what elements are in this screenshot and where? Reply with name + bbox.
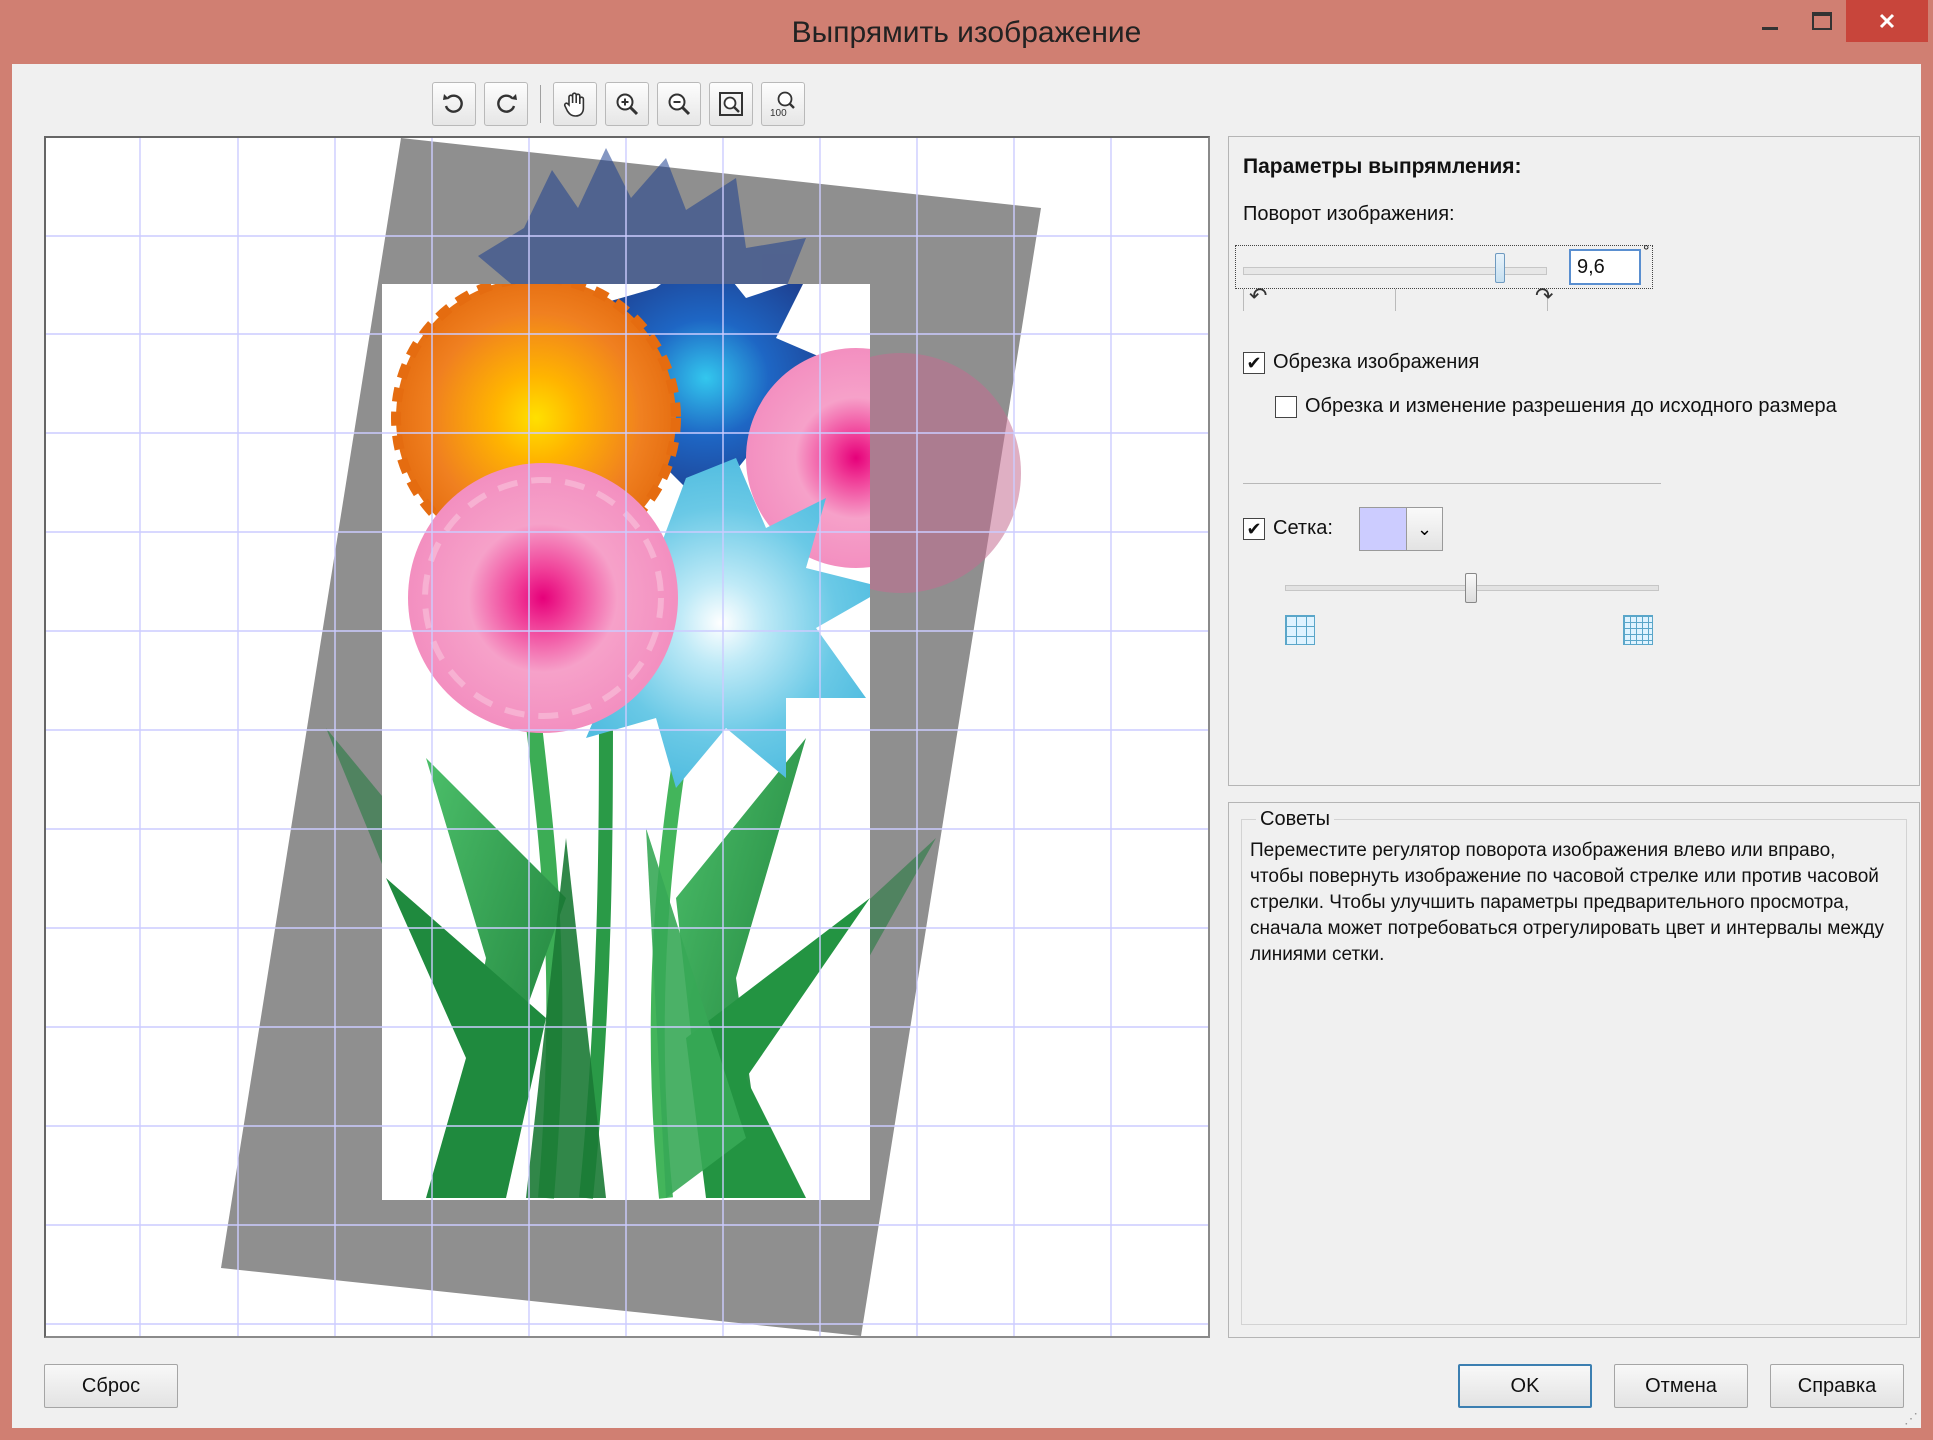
panel-divider: [1243, 483, 1661, 484]
params-title: Параметры выпрямления:: [1243, 155, 1522, 178]
zoom-100-button[interactable]: 100: [761, 82, 805, 126]
maximize-button[interactable]: [1800, 0, 1844, 42]
fit-to-window-button[interactable]: [709, 82, 753, 126]
zoom-100-text: 100: [770, 108, 787, 119]
rotation-label: Поворот изображения:: [1243, 203, 1455, 225]
cancel-button[interactable]: Отмена: [1614, 1364, 1748, 1408]
close-icon: [1879, 13, 1895, 29]
rotate-right-button[interactable]: [484, 82, 528, 126]
straighten-params-panel: Параметры выпрямления: Поворот изображен…: [1228, 136, 1920, 786]
zoom-100-icon: 100: [770, 91, 795, 119]
degree-symbol: °: [1643, 243, 1650, 260]
tips-legend: Советы: [1256, 808, 1334, 831]
minimize-icon: [1762, 26, 1778, 30]
rotation-tick: [1395, 289, 1396, 311]
grid-label: Сетка:: [1273, 517, 1333, 539]
ok-button[interactable]: OK: [1458, 1364, 1592, 1408]
crop-checkbox[interactable]: ✔: [1243, 351, 1265, 374]
rotate-cw-icon: ↷: [1535, 283, 1554, 308]
zoom-in-icon: [616, 93, 639, 116]
zoom-out-icon: [668, 93, 691, 116]
rotate-left-button[interactable]: [432, 82, 476, 126]
dialog-window: Выпрямить изображение 100 Параметры выпр…: [0, 0, 1933, 1440]
crop-label: Обрезка изображения: [1273, 351, 1480, 373]
minimize-button[interactable]: [1748, 0, 1792, 42]
rotate-left-icon: [443, 94, 463, 113]
crop-resample-option[interactable]: Обрезка и изменение разрешения до исходн…: [1275, 395, 1837, 418]
hand-icon: [563, 92, 585, 117]
toolbar: 100: [432, 80, 805, 128]
crop-resample-checkbox[interactable]: [1275, 395, 1297, 418]
dialog-body: 100 Параметры выпрямления: Поворот изобр…: [12, 64, 1921, 1428]
grid-coarse-icon: [1285, 615, 1315, 645]
toolbar-separator: [540, 85, 541, 123]
grid-fine-icon: [1623, 615, 1653, 645]
grid-color-picker[interactable]: ⌄: [1359, 507, 1443, 551]
zoom-in-button[interactable]: [605, 82, 649, 126]
tips-panel: Советы Переместите регулятор поворота из…: [1228, 802, 1920, 1338]
close-button[interactable]: [1846, 0, 1928, 42]
window-title: Выпрямить изображение: [791, 16, 1142, 49]
crop-option[interactable]: ✔ Обрезка изображения: [1243, 351, 1479, 374]
rotation-value-input[interactable]: [1569, 249, 1641, 285]
help-button[interactable]: Справка: [1770, 1364, 1904, 1408]
pan-button[interactable]: [553, 82, 597, 126]
zoom-out-button[interactable]: [657, 82, 701, 126]
tips-group: Советы Переместите регулятор поворота из…: [1241, 808, 1907, 1325]
tips-text: Переместите регулятор поворота изображен…: [1250, 840, 1885, 965]
preview-image: [46, 138, 1208, 1336]
grid-spacing-slider-thumb[interactable]: [1465, 573, 1477, 603]
rotate-ccw-icon: ↶: [1249, 283, 1268, 308]
grid-option[interactable]: ✔ Сетка:: [1243, 517, 1333, 540]
grid-color-swatch: [1360, 508, 1406, 550]
grid-checkbox[interactable]: ✔: [1243, 517, 1265, 540]
crop-resample-label: Обрезка и изменение разрешения до исходн…: [1305, 395, 1837, 417]
rotation-slider-thumb[interactable]: [1495, 253, 1505, 283]
rotate-right-icon: [497, 94, 517, 113]
title-bar[interactable]: Выпрямить изображение: [0, 0, 1933, 64]
rotation-tick: [1243, 289, 1244, 311]
preview-canvas[interactable]: [44, 136, 1210, 1338]
resize-grip-icon[interactable]: ⋰: [1904, 1410, 1918, 1427]
chevron-down-icon[interactable]: ⌄: [1406, 508, 1442, 550]
reset-button[interactable]: Сброс: [44, 1364, 178, 1408]
fit-icon: [719, 92, 743, 116]
maximize-icon: [1812, 12, 1832, 30]
